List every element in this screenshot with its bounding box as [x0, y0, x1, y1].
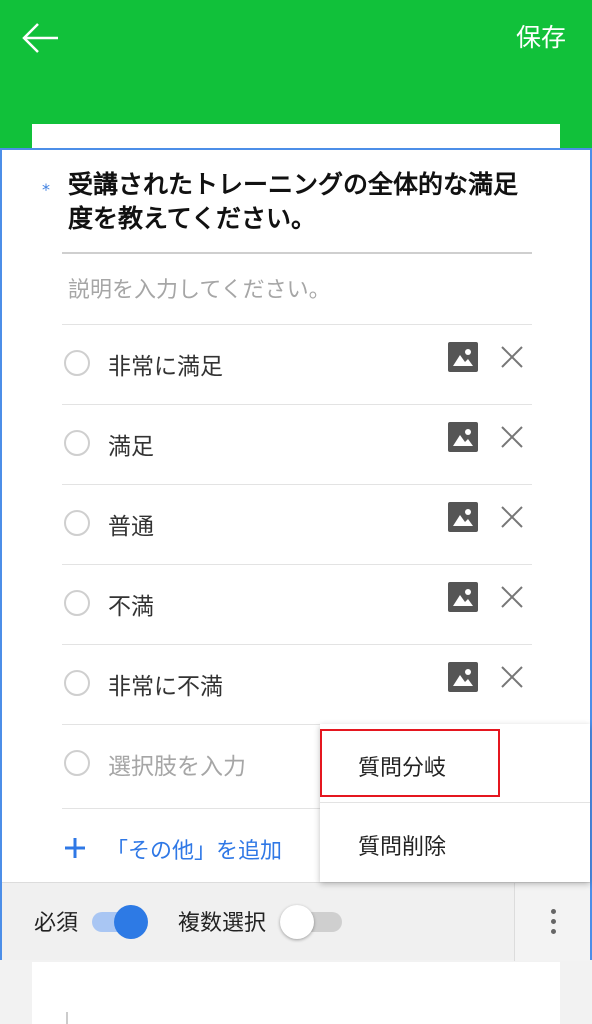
menu-item-delete[interactable]: 質問削除: [320, 803, 590, 882]
delete-option-button[interactable]: [498, 583, 526, 611]
option-row: 非常に不満: [62, 644, 532, 724]
image-icon: [453, 349, 473, 366]
image-icon: [453, 429, 473, 446]
radio-icon: [64, 670, 90, 696]
back-button[interactable]: [20, 20, 64, 56]
image-button[interactable]: [448, 662, 478, 692]
required-marker: *: [42, 180, 50, 199]
image-button[interactable]: [448, 422, 478, 452]
required-label: 必須: [34, 911, 79, 936]
close-icon: [501, 346, 523, 368]
arrow-left-icon: [22, 23, 58, 53]
close-icon: [501, 506, 523, 528]
menu-item-label: 質問分岐: [358, 756, 447, 781]
plus-icon: [65, 838, 85, 858]
radio-icon: [64, 350, 90, 376]
required-toggle[interactable]: [92, 905, 152, 939]
multi-select-toggle[interactable]: [280, 905, 344, 939]
toggle-knob: [280, 905, 314, 939]
radio-icon: [64, 750, 90, 776]
divider: [66, 1012, 68, 1024]
title-divider: [62, 252, 532, 254]
option-row: 満足: [62, 404, 532, 484]
option-row: 不満: [62, 564, 532, 644]
close-icon: [501, 586, 523, 608]
add-other-label: 「その他」を追加: [106, 839, 283, 864]
delete-option-button[interactable]: [498, 423, 526, 451]
option-label[interactable]: 満足: [108, 427, 154, 461]
option-label[interactable]: 非常に不満: [108, 667, 223, 701]
question-title[interactable]: 受講されたトレーニングの全体的な満足度を教えてください。: [68, 168, 538, 236]
image-button[interactable]: [448, 582, 478, 612]
close-icon: [501, 666, 523, 688]
toggle-knob: [114, 905, 148, 939]
option-label[interactable]: 普通: [108, 507, 154, 541]
delete-option-button[interactable]: [498, 503, 526, 531]
multi-select-label: 複数選択: [178, 911, 267, 936]
image-button[interactable]: [448, 342, 478, 372]
next-question-card: [32, 962, 560, 1024]
delete-option-button[interactable]: [498, 663, 526, 691]
question-toolbar: 必須 複数選択: [2, 882, 590, 961]
new-option-input[interactable]: 選択肢を入力: [108, 747, 246, 781]
image-icon: [453, 589, 473, 606]
description-input[interactable]: 説明を入力してください。: [68, 272, 331, 304]
option-row: 普通: [62, 484, 532, 564]
image-icon: [453, 509, 473, 526]
image-button[interactable]: [448, 502, 478, 532]
context-menu: 質問分岐 質問削除: [320, 724, 590, 882]
option-row: 非常に満足: [62, 324, 532, 404]
radio-icon: [64, 510, 90, 536]
radio-icon: [64, 590, 90, 616]
radio-icon: [64, 430, 90, 456]
menu-item-branch[interactable]: 質問分岐: [320, 724, 590, 803]
more-options-button[interactable]: [514, 883, 590, 961]
close-icon: [501, 426, 523, 448]
save-button[interactable]: 保存: [516, 20, 566, 56]
image-icon: [453, 669, 473, 686]
option-label[interactable]: 非常に満足: [108, 347, 223, 381]
menu-item-label: 質問削除: [358, 835, 447, 860]
option-label[interactable]: 不満: [108, 587, 154, 621]
delete-option-button[interactable]: [498, 343, 526, 371]
